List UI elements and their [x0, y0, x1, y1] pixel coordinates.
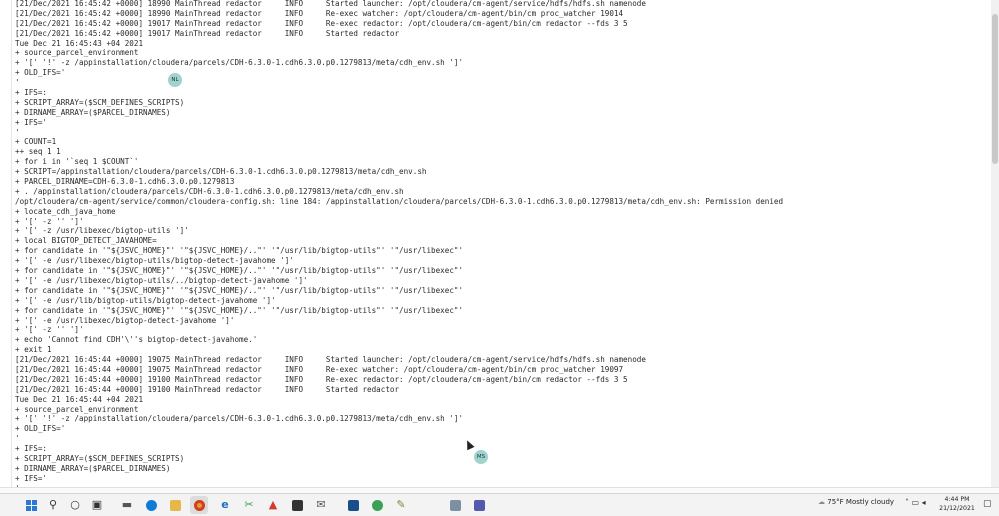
terminal-line: + '[' '!' -z /appinstallation/cloudera/p… [15, 414, 464, 424]
folder-icon[interactable] [166, 496, 184, 514]
vertical-scrollbar[interactable] [991, 0, 999, 493]
weather-widget[interactable]: ☁ 75°F Mostly cloudy [818, 498, 894, 506]
terminal-line: + '[' -e /usr/libexec/bigtop-detect-java… [15, 315, 235, 325]
weather-condition: Mostly cloudy [845, 498, 895, 506]
terminal-line: [21/Dec/2021 16:45:42 +0000] 19017 MainT… [15, 18, 628, 28]
task-view-icon[interactable]: ▣ [88, 496, 106, 514]
terminal-line: + SCRIPT_ARRAY=($SCM_DEFINES_SCRIPTS) [15, 453, 185, 463]
tool-icon[interactable]: ✎ [392, 496, 410, 514]
cloud-icon: ☁ [818, 498, 825, 506]
terminal-line: + IFS=' [15, 473, 48, 483]
terminal-line: + for candidate in '"${JSVC_HOME}"' '"${… [15, 305, 464, 315]
terminal-line: + locate_cdh_java_home [15, 206, 116, 216]
terminal-line: + '[' -e /usr/libexec/bigtop-utils/../bi… [15, 275, 308, 285]
terminal-line: Tue Dec 21 16:45:43 +04 2021 [15, 38, 144, 48]
terminal-line: + '[' -z /usr/libexec/bigtop-utils ']' [15, 226, 189, 236]
search-icon[interactable]: ⚲ [44, 496, 62, 514]
edge-icon[interactable] [142, 496, 160, 514]
mail-icon[interactable]: ✉ [312, 496, 330, 514]
terminal-line: [21/Dec/2021 16:45:44 +0000] 19075 MainT… [15, 355, 646, 365]
terminal-line: + '[' '!' -z /appinstallation/cloudera/p… [15, 58, 464, 68]
clock[interactable]: 4:44 PM 21/12/2021 [937, 496, 977, 513]
chevron-up-icon[interactable]: ˄ [905, 498, 909, 507]
notification-icon[interactable]: ▢ [983, 499, 992, 509]
chrome-icon[interactable] [190, 496, 208, 514]
terminal-line: + DIRNAME_ARRAY=($PARCEL_DIRNAMES) [15, 463, 171, 473]
terminal-line: + . /appinstallation/cloudera/parcels/CD… [15, 186, 404, 196]
terminal-line: + for candidate in '"${JSVC_HOME}"' '"${… [15, 246, 464, 256]
clock-date: 21/12/2021 [939, 504, 975, 512]
participant-avatar-ms: MS [474, 450, 488, 464]
terminal-line: + OLD_IFS=' [15, 68, 66, 78]
terminal-line: + SCRIPT=/appinstallation/cloudera/parce… [15, 167, 427, 177]
taskbar: ⚲ ○ ▣ ▬ e ✂ ▲ ✉ ✎ ☁ 75°F Mostly cloudy ˄… [0, 493, 999, 516]
scrollbar-thumb[interactable] [992, 14, 998, 164]
terminal-line: + source_parcel_environment [15, 48, 139, 58]
window-left-edge [0, 0, 12, 493]
terminal-line: ' [15, 78, 20, 88]
terminal-line: [21/Dec/2021 16:45:44 +0000] 19075 MainT… [15, 364, 624, 374]
terminal-line: + DIRNAME_ARRAY=($PARCEL_DIRNAMES) [15, 107, 171, 117]
terminal-line: + IFS=' [15, 117, 48, 127]
notepadpp-icon[interactable] [368, 496, 386, 514]
terminal-line: + exit 1 [15, 345, 52, 355]
app-grey-icon[interactable] [446, 496, 464, 514]
file-explorer-icon[interactable]: ▬ [118, 496, 136, 514]
network-icon[interactable]: ▭ [912, 498, 920, 507]
terminal-line: /opt/cloudera/cm-agent/service/common/cl… [15, 196, 784, 206]
terminal-line: ' [15, 127, 20, 137]
terminal-line: + PARCEL_DIRNAME=CDH-6.3.0-1.cdh6.3.0.p0… [15, 177, 235, 187]
terminal-log[interactable]: [21/Dec/2021 16:45:42 +0000] 18990 MainT… [15, 0, 975, 493]
terminal-line: + for i in '`seq 1 $COUNT`' [15, 157, 139, 167]
warning-app-icon[interactable]: ▲ [264, 496, 282, 514]
terminal-line: Tue Dec 21 16:45:44 +04 2021 [15, 394, 144, 404]
volume-icon[interactable]: ◂ [922, 498, 926, 507]
terminal-line: + IFS=: [15, 444, 48, 454]
weather-temperature: 75°F [827, 498, 844, 506]
terminal-line: + '[' -e /usr/libexec/bigtop-utils/bigto… [15, 256, 294, 266]
terminal-line: + OLD_IFS=' [15, 424, 66, 434]
terminal-line: + '[' -z '' ']' [15, 216, 84, 226]
terminal-line: + '[' -e /usr/lib/bigtop-utils/bigtop-de… [15, 295, 276, 305]
terminal-line: + for candidate in '"${JSVC_HOME}"' '"${… [15, 266, 464, 276]
snipping-tool-icon[interactable]: ✂ [240, 496, 258, 514]
terminal-line: + echo 'Cannot find CDH'\''s bigtop-dete… [15, 335, 258, 345]
terminal-window[interactable]: [21/Dec/2021 16:45:42 +0000] 18990 MainT… [0, 0, 999, 493]
terminal-line: [21/Dec/2021 16:45:44 +0000] 19100 MainT… [15, 384, 400, 394]
app-blue-icon[interactable] [344, 496, 362, 514]
terminal-line: + SCRIPT_ARRAY=($SCM_DEFINES_SCRIPTS) [15, 97, 185, 107]
terminal-line: [21/Dec/2021 16:45:42 +0000] 18990 MainT… [15, 8, 624, 18]
terminal-line: + '[' -z '' ']' [15, 325, 84, 335]
terminal-line: [21/Dec/2021 16:45:42 +0000] 19017 MainT… [15, 28, 400, 38]
terminal-line: + local BIGTOP_DETECT_JAVAHOME= [15, 236, 157, 246]
terminal-line: + COUNT=1 [15, 137, 57, 147]
terminal-line: [21/Dec/2021 16:45:44 +0000] 19100 MainT… [15, 374, 628, 384]
terminal-line: + source_parcel_environment [15, 404, 139, 414]
participant-avatar-nl: NL [168, 73, 182, 87]
windows-start-icon[interactable] [22, 496, 40, 514]
terminal-line: ++ seq 1 1 [15, 147, 61, 157]
terminal-line: + for candidate in '"${JSVC_HOME}"' '"${… [15, 285, 464, 295]
cortana-icon[interactable]: ○ [66, 496, 84, 514]
clock-time: 4:44 PM [944, 496, 970, 503]
teams-icon[interactable] [470, 496, 488, 514]
terminal-line: ' [15, 434, 20, 444]
terminal-line: + IFS=: [15, 88, 48, 98]
terminal-line: [21/Dec/2021 16:45:42 +0000] 18990 MainT… [15, 0, 646, 8]
system-tray[interactable]: ˄ ▭ ◂ [905, 498, 926, 507]
internet-explorer-icon[interactable]: e [216, 496, 234, 514]
terminal-icon[interactable] [288, 496, 306, 514]
